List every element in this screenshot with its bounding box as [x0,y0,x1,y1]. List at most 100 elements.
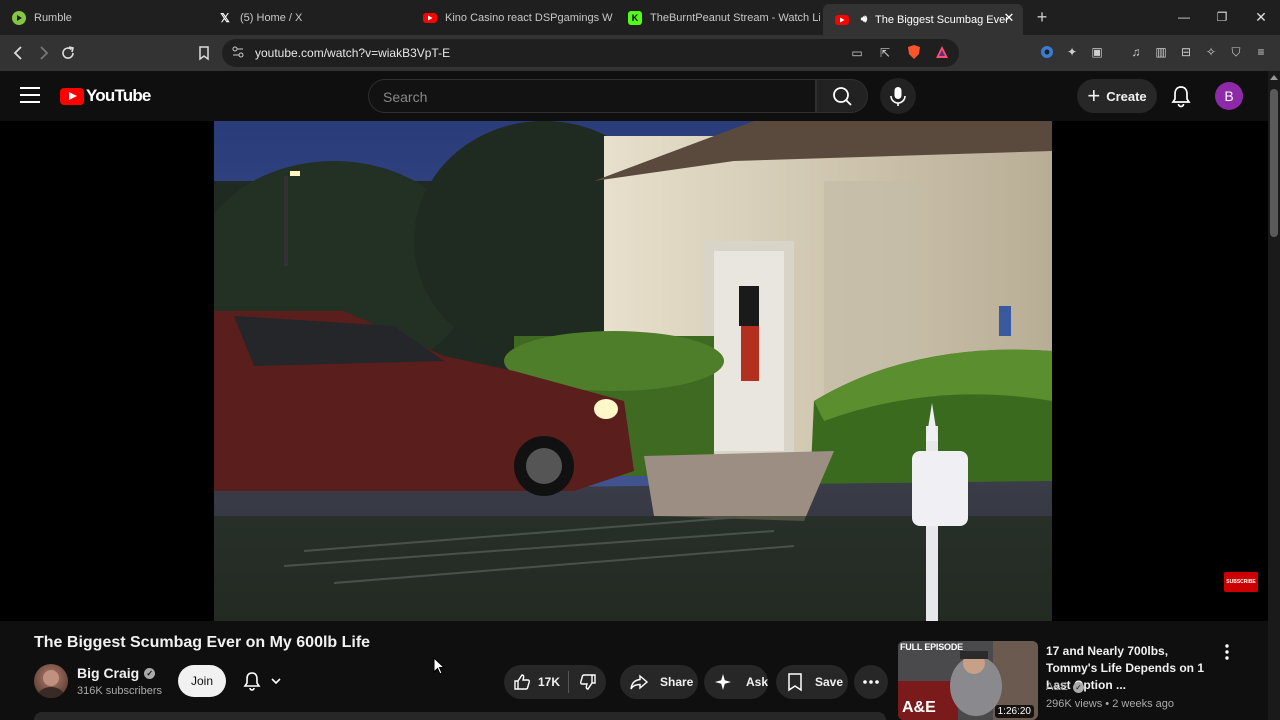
address-bar[interactable]: youtube.com/watch?v=wiakB3VpT-E ▭ ⇱ [222,39,959,67]
subscription-notify-button[interactable] [236,665,296,697]
subscribe-watermark[interactable]: SUBSCRIBE [1224,572,1258,592]
youtube-header: YouTube Search + Create B [0,71,1268,121]
channel-name: Big Craig [77,665,140,681]
join-button[interactable]: Join [178,665,226,697]
tab-label: (5) Home / X [240,11,303,24]
bell-icon [1171,86,1191,108]
search-button[interactable] [816,79,868,113]
cast-icon[interactable]: ▭ [849,45,865,61]
video-scene-image [214,121,1052,621]
extensions-icon[interactable]: ✦ [1064,44,1080,60]
tab-kino-casino[interactable]: Kino Casino react DSPgamings W [411,4,615,31]
menu-icon[interactable]: ≡ [1253,44,1269,60]
kick-icon: K [628,10,642,25]
search-icon [833,87,852,106]
youtube-icon [835,14,849,25]
brave-rewards-icon[interactable] [934,44,950,60]
channel-name-link[interactable]: Big Craig ✓ [77,665,156,681]
share-page-icon[interactable]: ⇱ [877,45,893,61]
shield-icon[interactable]: ⛉ [1228,44,1244,60]
close-tab-icon[interactable]: ✕ [1001,10,1017,26]
tab-manager-icon[interactable]: ⊟ [1178,44,1194,60]
youtube-play-icon [60,87,84,105]
tab-burnt-peanut[interactable]: K TheBurntPeanut Stream - Watch Live [616,4,820,31]
video-duration: 1:26:20 [994,705,1034,718]
description-box-edge[interactable] [34,712,886,720]
leo-ai-icon[interactable]: ✧ [1203,44,1219,60]
new-tab-button[interactable]: + [1033,8,1051,26]
youtube-icon [423,12,437,23]
thumbs-up-icon [514,674,530,690]
like-button[interactable]: 17K [504,672,568,692]
bell-dropdown-icon [243,672,281,691]
tab-biggest-scumbag[interactable]: 🔊︎ The Biggest Scumbag Ever on ✕ [823,4,1023,35]
share-icon [630,674,649,690]
tab-label: Kino Casino react DSPgamings W [445,11,613,24]
x-icon: 𝕏 [220,10,230,25]
full-episode-badge: FULL EPISODE [900,642,963,652]
more-actions-button[interactable] [854,665,888,699]
close-window-button[interactable]: ✕ [1252,8,1270,26]
ae-logo: A&E [902,699,936,716]
vpn-icon[interactable] [1039,44,1055,60]
video-player[interactable]: SUBSCRIBE [0,121,1268,621]
scroll-thumb[interactable] [1270,89,1278,237]
share-button[interactable]: Share [620,665,698,699]
voice-search-button[interactable] [880,78,916,114]
recommended-more-button[interactable] [1220,643,1234,661]
recommended-thumbnail[interactable]: FULL EPISODE A&E 1:26:20 [898,641,1038,720]
search-placeholder: Search [383,89,428,105]
brave-shield-icon[interactable] [906,44,922,60]
save-label: Save [815,675,844,689]
ask-button[interactable]: Ask [704,665,768,699]
sidebar-icon[interactable]: ▥ [1153,44,1169,60]
video-title: The Biggest Scumbag Ever on My 600lb Lif… [34,634,371,651]
channel-avatar-image [38,670,64,698]
subscriber-count: 316K subscribers [77,685,162,697]
guide-menu-icon[interactable] [20,87,40,103]
tab-label: Rumble [34,11,72,24]
tab-label: TheBurntPeanut Stream - Watch Live [650,11,820,24]
bookmark-icon[interactable] [195,44,213,62]
share-label: Share [660,675,694,689]
video-frame[interactable] [214,121,1052,621]
more-vertical-icon [1225,644,1229,660]
create-button[interactable]: + Create [1077,79,1157,113]
verified-check-icon: ✓ [144,667,156,679]
more-horizontal-icon [863,680,879,684]
create-label: Create [1106,88,1147,104]
tab-x-home[interactable]: 𝕏 (5) Home / X [206,4,410,31]
youtube-logo[interactable]: YouTube [60,86,151,106]
site-settings-icon[interactable] [230,45,246,61]
url-text: youtube.com/watch?v=wiakB3VpT-E [255,46,451,60]
back-button[interactable] [10,44,28,62]
minimize-button[interactable]: — [1175,8,1193,26]
page-scrollbar[interactable] [1268,71,1280,720]
like-dislike-group: 17K [504,665,606,699]
tab-label: The Biggest Scumbag Ever on [875,13,1007,26]
dislike-button[interactable] [569,672,606,692]
forward-button[interactable] [34,44,52,62]
save-button[interactable]: Save [776,665,848,699]
wallet-icon[interactable]: ▣ [1089,44,1105,60]
recommended-channel[interactable]: A&E ✓ [1046,681,1085,693]
scroll-up-arrow[interactable] [1270,75,1278,80]
account-avatar[interactable]: B [1215,82,1243,110]
like-count: 17K [537,675,560,689]
notifications-button[interactable] [1170,84,1192,108]
reload-button[interactable] [59,44,77,62]
speaker-icon[interactable]: 🔊︎ [857,13,871,27]
thumbs-down-icon [579,674,596,690]
rumble-icon [12,10,26,25]
channel-avatar[interactable] [34,664,68,698]
ask-label: Ask [746,675,769,689]
search-input[interactable]: Search [368,79,816,113]
verified-check-icon: ✓ [1073,681,1085,693]
save-bookmark-icon [788,673,802,692]
browser-toolbar: youtube.com/watch?v=wiakB3VpT-E ▭ ⇱ ✦ ▣ … [0,35,1280,71]
recommended-meta: 296K views • 2 weeks ago [1046,698,1174,710]
restore-button[interactable]: ❐ [1213,8,1231,26]
tab-rumble[interactable]: Rumble [0,4,205,31]
microphone-icon [890,87,906,106]
media-icon[interactable]: ♫ [1128,44,1144,60]
